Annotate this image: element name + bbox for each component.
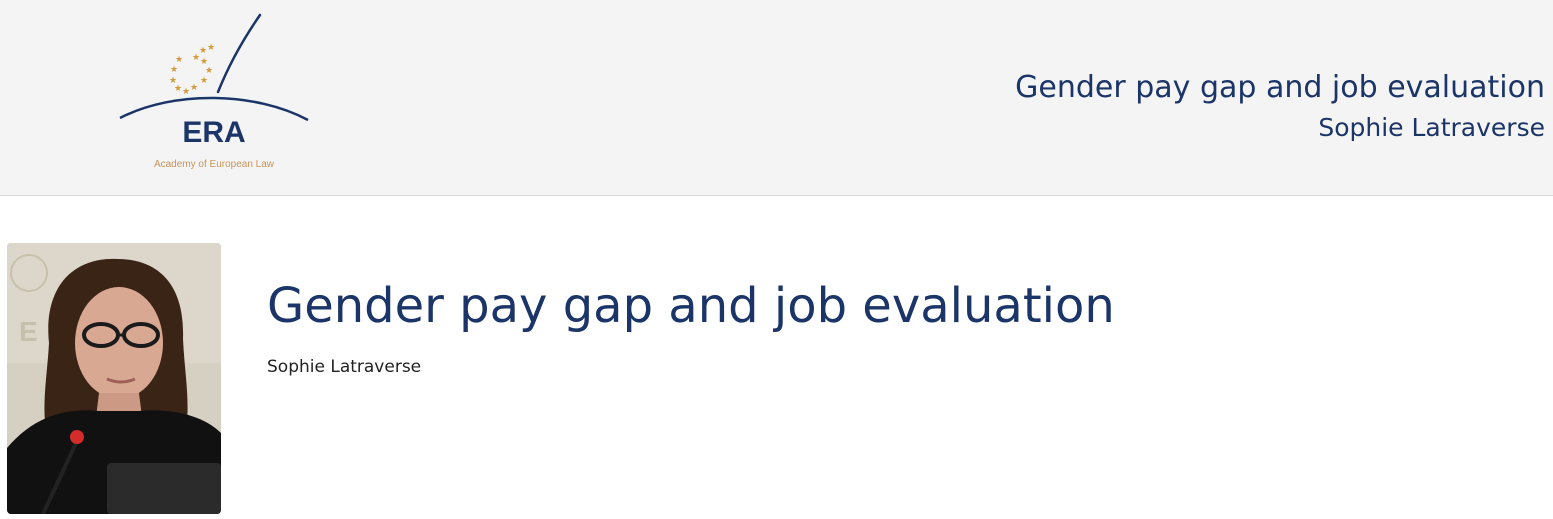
era-logo-icon: ★ ★ ★ ★ ★ ★ ★ ★ ★ ★ ★ ★ ERA Academy of E… — [119, 13, 309, 170]
era-logo[interactable]: ★ ★ ★ ★ ★ ★ ★ ★ ★ ★ ★ ★ ERA Academy of E… — [112, 10, 317, 180]
svg-text:★: ★ — [200, 76, 208, 86]
svg-text:★: ★ — [190, 83, 198, 93]
header-subtitle: Sophie Latraverse — [1318, 113, 1545, 142]
page-header: ★ ★ ★ ★ ★ ★ ★ ★ ★ ★ ★ ★ ERA Academy of E… — [0, 0, 1553, 196]
logo-acronym: ERA — [182, 116, 245, 149]
eu-stars-icon: ★ ★ ★ ★ ★ ★ ★ ★ ★ ★ ★ ★ — [169, 43, 215, 97]
speaker-portrait-icon: E — [7, 243, 221, 514]
logo-tagline: Academy of European Law — [154, 159, 275, 170]
header-title: Gender pay gap and job evaluation — [1015, 70, 1545, 105]
svg-text:★: ★ — [199, 46, 207, 56]
svg-text:★: ★ — [200, 57, 208, 67]
svg-text:★: ★ — [175, 55, 183, 65]
svg-text:★: ★ — [207, 43, 215, 53]
page-title: Gender pay gap and job evaluation — [267, 278, 1115, 334]
svg-text:★: ★ — [205, 66, 213, 76]
author-name[interactable]: Sophie Latraverse — [267, 356, 1115, 378]
svg-text:★: ★ — [182, 87, 190, 97]
speaker-photo: E — [7, 243, 221, 514]
main-content: Gender pay gap and job evaluation Sophie… — [267, 276, 1115, 378]
svg-text:★: ★ — [174, 84, 182, 94]
svg-text:E: E — [19, 316, 38, 347]
svg-text:★: ★ — [170, 65, 178, 75]
header-title-block: Gender pay gap and job evaluation Sophie… — [1015, 68, 1545, 148]
